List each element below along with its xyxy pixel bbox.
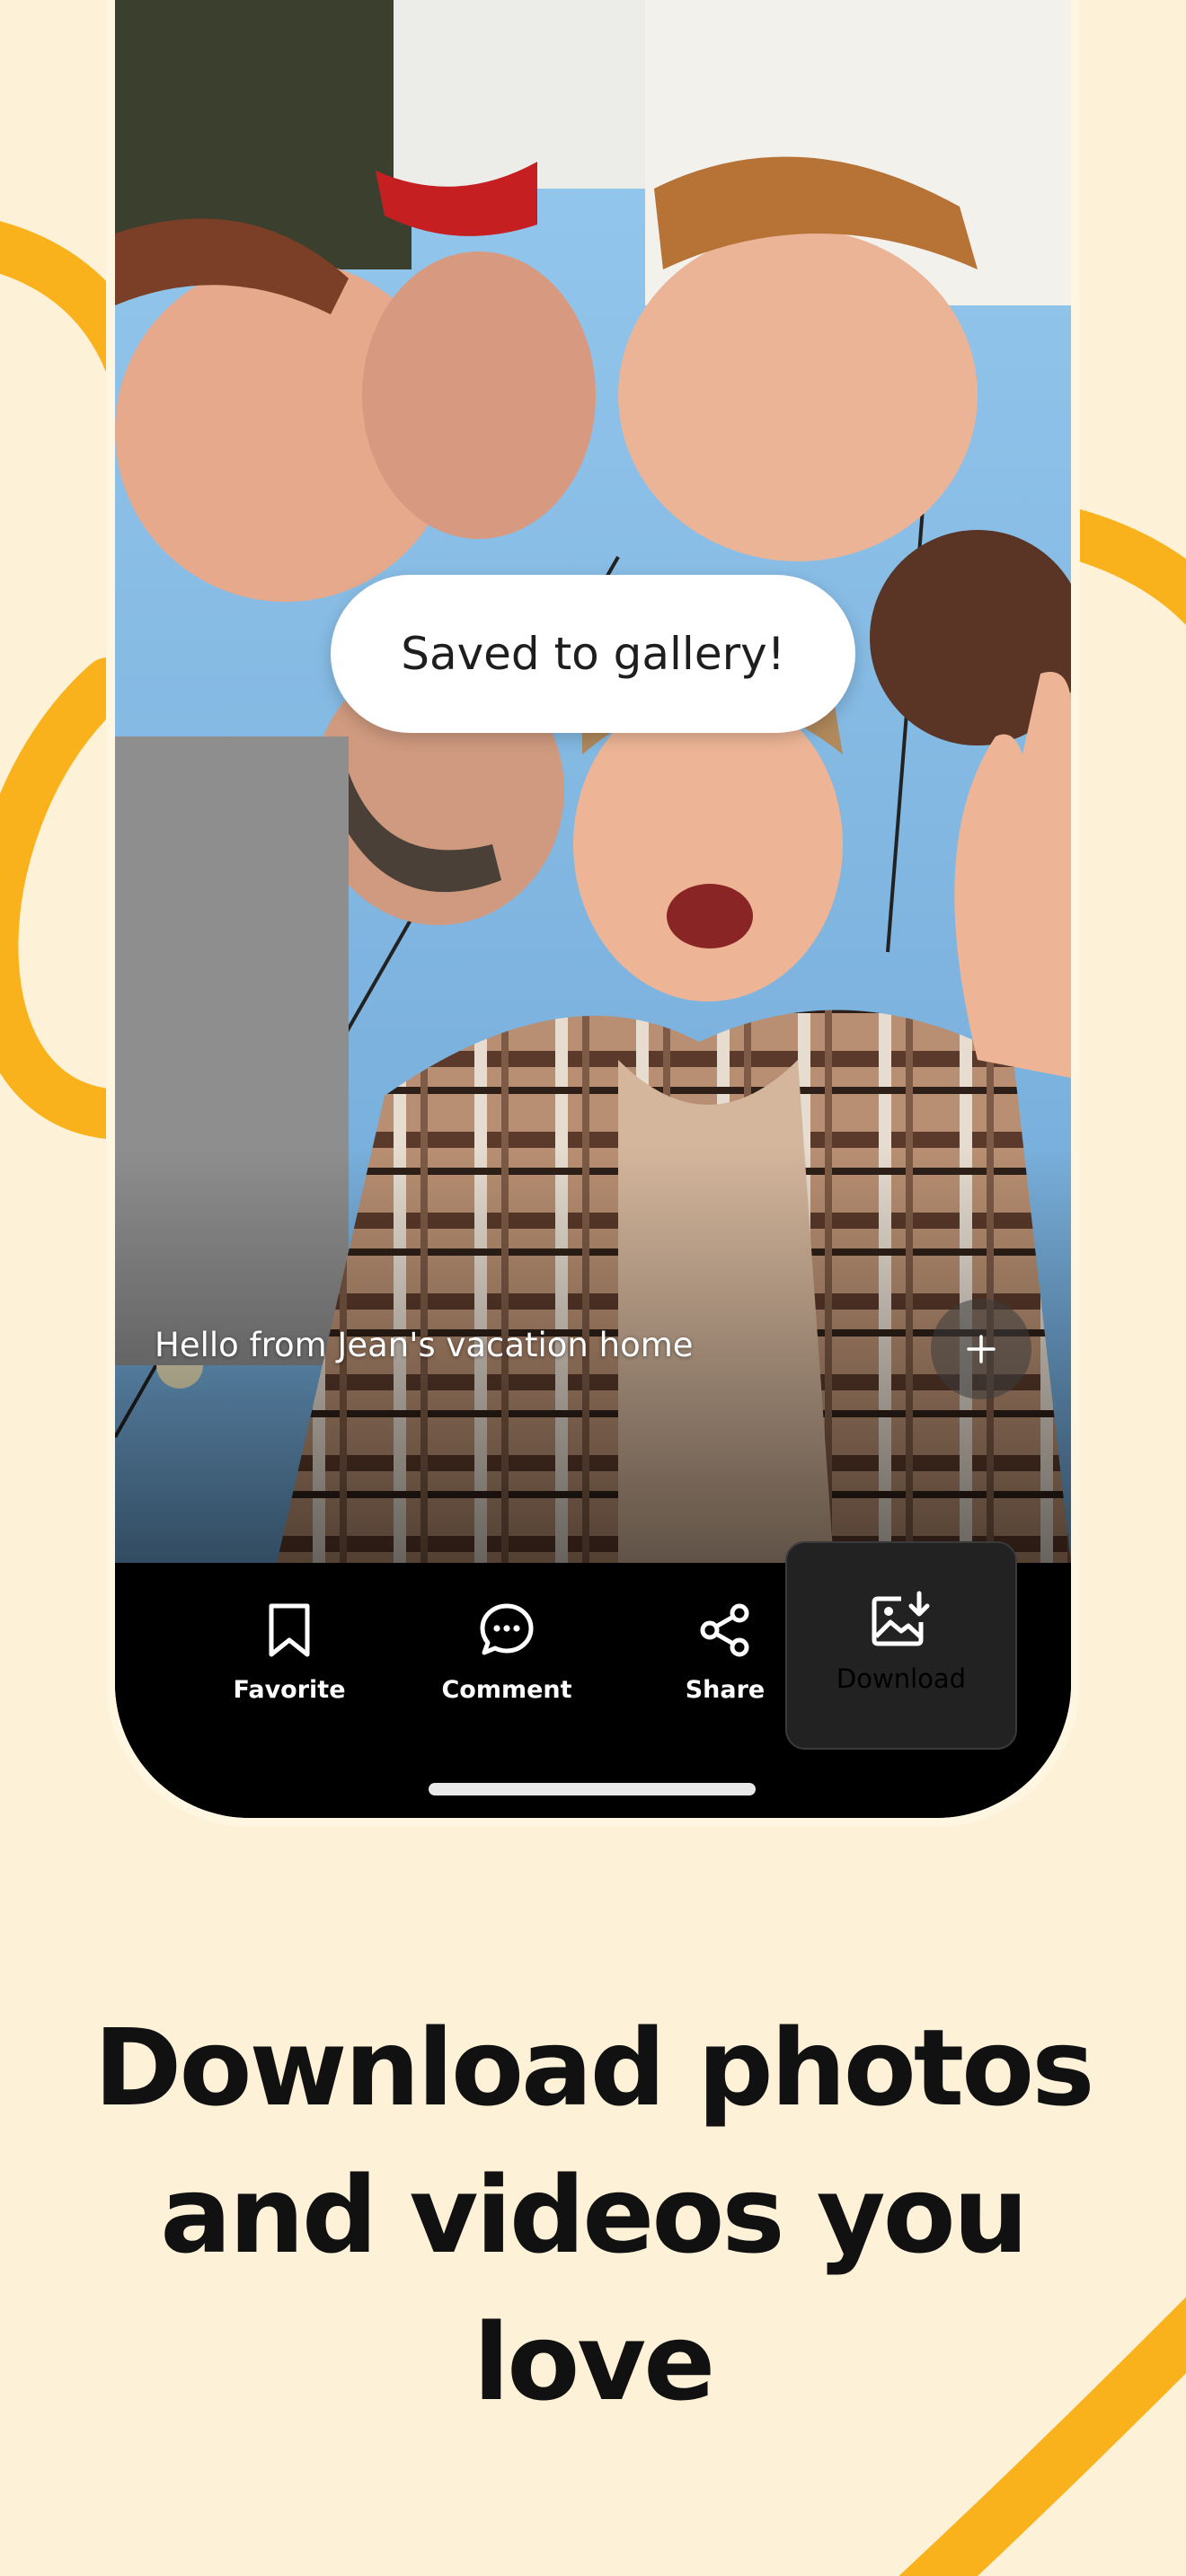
share-label: Share [685,1676,766,1704]
bookmark-icon [269,1603,310,1657]
favorite-button[interactable]: Favorite [199,1563,379,1742]
headline-line-2: and videos you [160,2153,1028,2277]
chat-bubble-icon [480,1603,534,1655]
comment-label: Comment [441,1676,572,1704]
photo-caption: Hello from Jean's vacation home [155,1326,694,1364]
headline-line-3: love [473,2300,715,2424]
comment-button[interactable]: Comment [417,1563,597,1742]
saved-toast: Saved to gallery! [331,575,855,733]
share-icon [700,1603,749,1657]
add-button[interactable] [931,1299,1031,1399]
action-bar: Favorite Comment Share Download [115,1541,1071,1818]
promo-page: Saved to gallery! Hello from Jean's vaca… [0,0,1186,2576]
group-selfie-photo[interactable]: Saved to gallery! Hello from Jean's vaca… [115,0,1071,1563]
download-label: Download [836,1663,967,1694]
headline-line-1: Download photos [93,2006,1095,2130]
headline: Download photos and videos you love [72,1994,1114,2436]
toast-message: Saved to gallery! [401,628,785,680]
plus-icon [967,1335,996,1363]
image-download-icon [872,1591,930,1646]
download-button[interactable]: Download [785,1541,1017,1750]
home-indicator[interactable] [429,1783,756,1795]
phone-frame: Saved to gallery! Hello from Jean's vaca… [115,0,1071,1818]
favorite-label: Favorite [233,1676,346,1704]
